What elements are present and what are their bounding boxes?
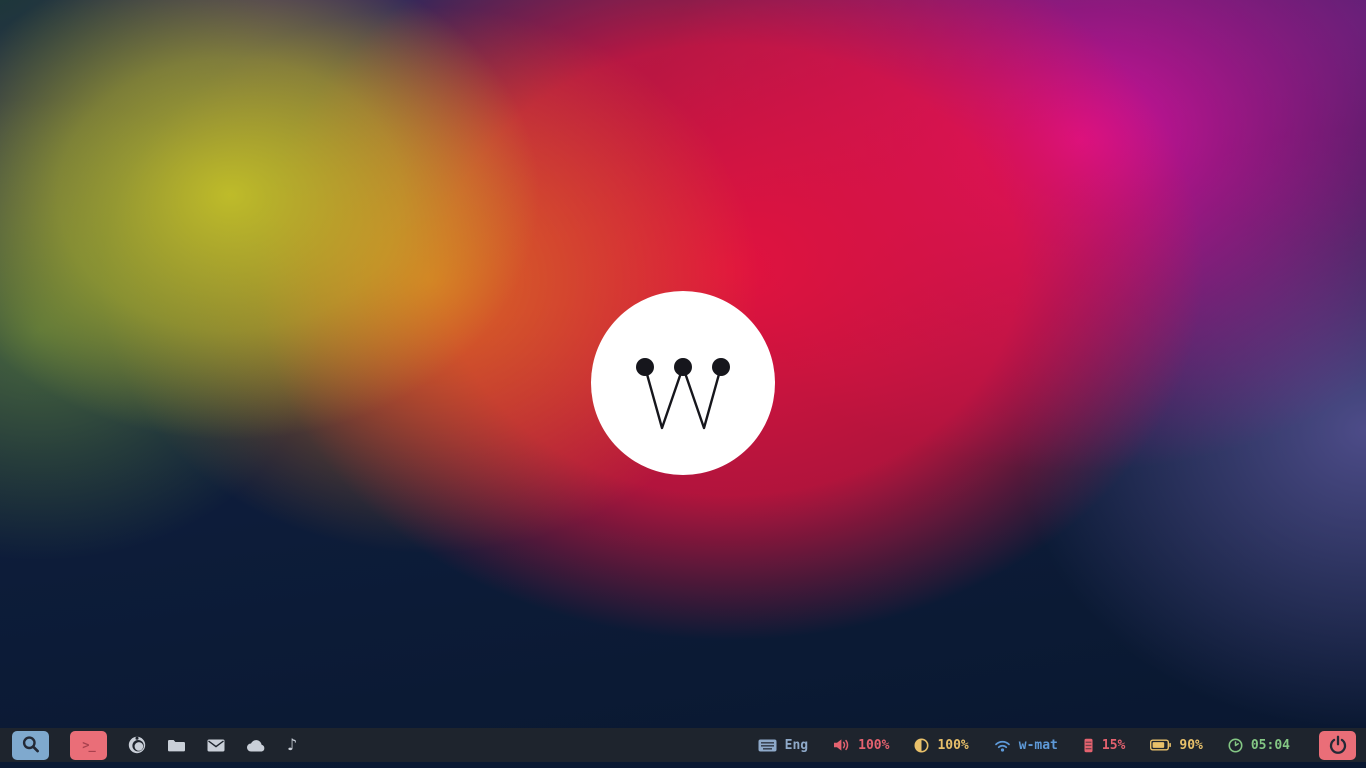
chip-icon (1083, 738, 1094, 753)
keyboard-icon (758, 739, 777, 752)
battery-indicator[interactable]: 90% (1150, 739, 1202, 752)
wallpaper-logo (591, 291, 775, 475)
w-logo-icon (591, 291, 775, 475)
clock-indicator[interactable]: 05:04 (1228, 738, 1290, 753)
mail-icon (207, 739, 225, 752)
cloud-icon (246, 739, 266, 752)
power-icon (1328, 735, 1348, 755)
browser-button[interactable] (128, 736, 146, 754)
mail-button[interactable] (207, 739, 225, 752)
music-note-icon: ♪ (287, 737, 297, 753)
terminal-icon: >_ (82, 738, 94, 752)
memory-indicator[interactable]: 15% (1083, 738, 1125, 753)
folder-icon (167, 738, 186, 752)
cloud-button[interactable] (246, 739, 266, 752)
wifi-icon (994, 739, 1011, 752)
contrast-icon (914, 738, 929, 753)
volume-indicator[interactable]: 100% (833, 738, 889, 752)
wifi-label: w-mat (1019, 739, 1058, 752)
battery-icon (1150, 739, 1171, 751)
memory-label: 15% (1102, 739, 1125, 752)
volume-label: 100% (858, 739, 889, 752)
battery-label: 90% (1179, 739, 1202, 752)
clock-label: 05:04 (1251, 739, 1290, 752)
launcher-group: >_ (0, 728, 297, 762)
music-button[interactable]: ♪ (287, 737, 297, 753)
brightness-indicator[interactable]: 100% (914, 738, 968, 753)
wifi-indicator[interactable]: w-mat (994, 739, 1058, 752)
clock-icon (1228, 738, 1243, 753)
keyboard-layout-label: Eng (785, 739, 808, 752)
speaker-icon (833, 738, 850, 752)
search-button[interactable] (12, 731, 49, 760)
system-tray: Eng 100% (758, 731, 1366, 760)
firefox-icon (128, 736, 146, 754)
terminal-button[interactable]: >_ (70, 731, 107, 760)
files-button[interactable] (167, 738, 186, 752)
search-icon (21, 735, 41, 755)
desktop: >_ (0, 0, 1366, 768)
taskbar: >_ (0, 728, 1366, 762)
keyboard-layout-indicator[interactable]: Eng (758, 739, 808, 752)
brightness-label: 100% (937, 739, 968, 752)
power-button[interactable] (1319, 731, 1356, 760)
